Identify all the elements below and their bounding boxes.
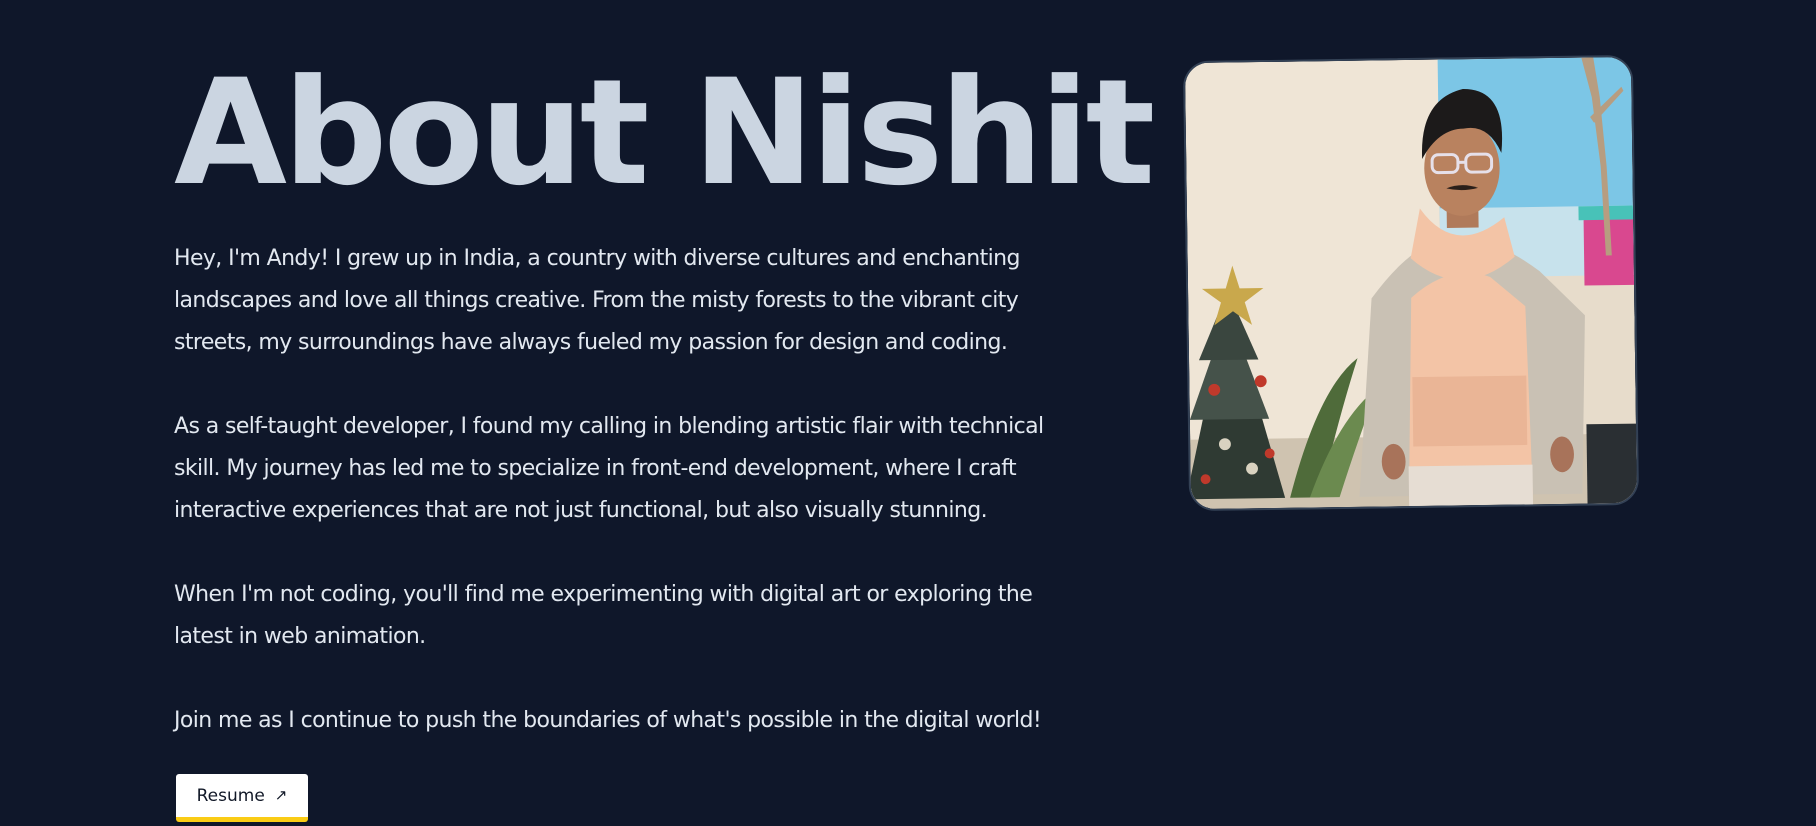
bio-paragraph: When I'm not coding, you'll find me expe… xyxy=(174,582,1033,649)
arrow-up-right-icon: ↗ xyxy=(274,786,288,804)
bio-paragraph: Join me as I continue to push the bounda… xyxy=(174,708,1042,733)
bio-paragraph: As a self-taught developer, I found my c… xyxy=(174,414,1044,523)
resume-button[interactable]: Resume ↗ xyxy=(176,774,308,822)
about-bio: Hey, I'm Andy! I grew up in India, a cou… xyxy=(174,238,1094,784)
profile-photo-illustration xyxy=(1184,56,1638,510)
profile-photo xyxy=(1182,54,1640,512)
bio-paragraph: Hey, I'm Andy! I grew up in India, a cou… xyxy=(174,246,1020,355)
page-title: About Nishit xyxy=(174,48,1155,218)
resume-button-label: Resume xyxy=(196,785,265,806)
